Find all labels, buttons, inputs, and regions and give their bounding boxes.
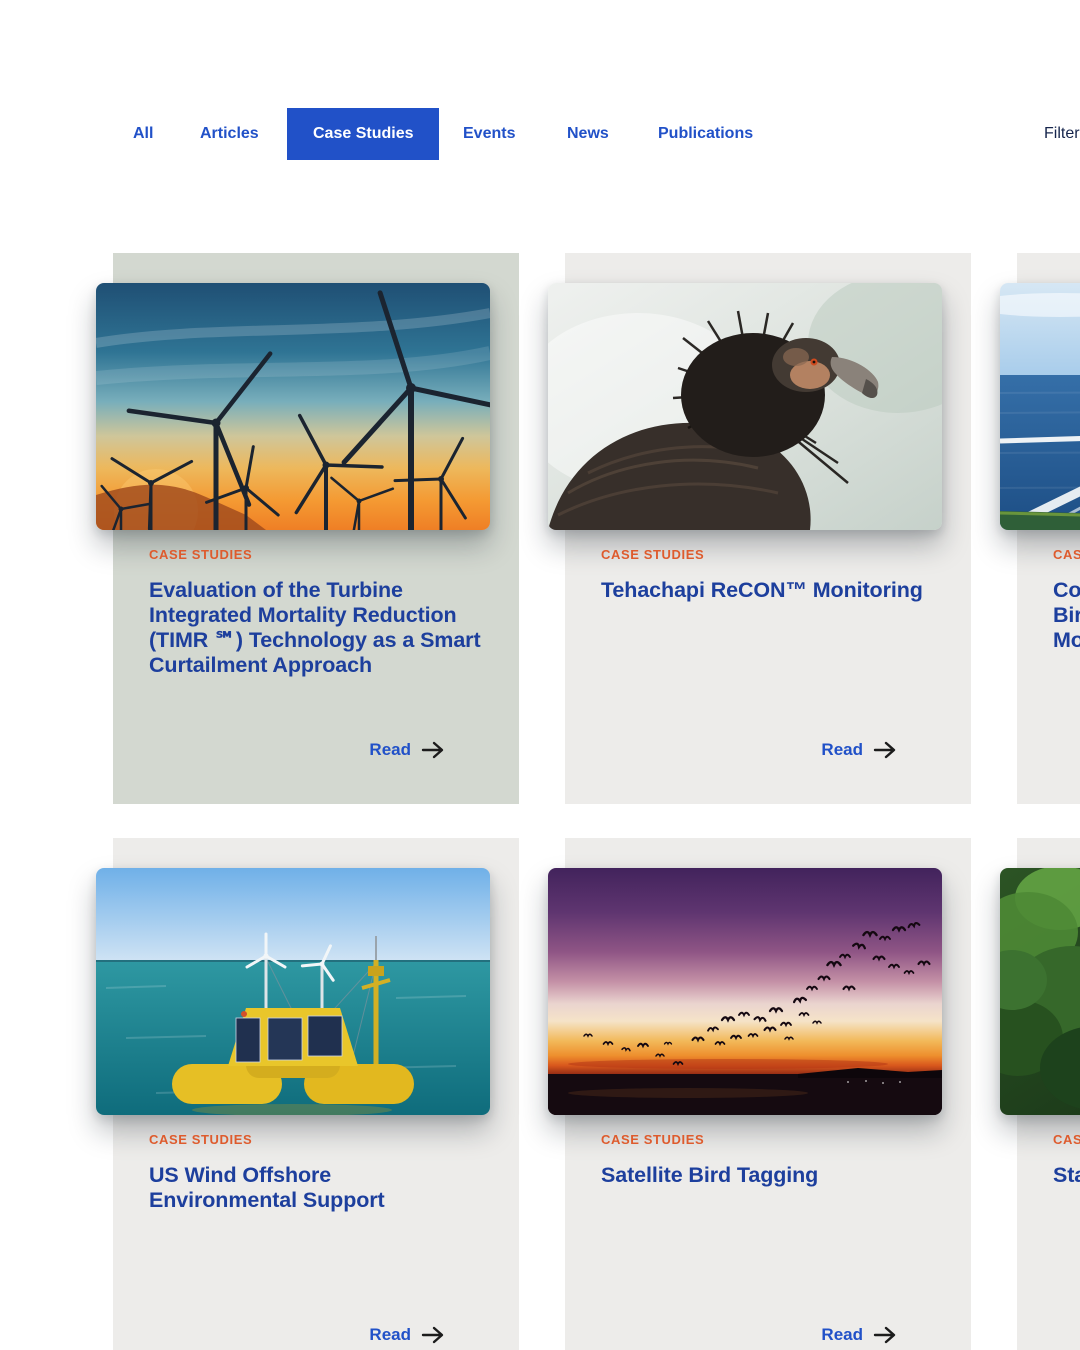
category-label: CASE STUDIES xyxy=(149,547,253,562)
category-label: CASE STUDIES xyxy=(601,1132,705,1147)
arrow-right-icon xyxy=(421,741,445,759)
card-image-california-condor xyxy=(548,283,942,530)
card-title: Co Bir Mo xyxy=(1053,578,1080,652)
card-title: Satellite Bird Tagging xyxy=(601,1163,819,1187)
card-image-wind-turbines-at-sunset xyxy=(96,283,490,530)
read-link[interactable]: Read xyxy=(369,740,445,760)
read-label: Read xyxy=(369,740,411,759)
read-link[interactable]: Read xyxy=(369,1325,445,1345)
card-title: US Wind Offshore Environmental Support xyxy=(149,1163,385,1212)
read-label: Read xyxy=(821,740,863,759)
category-label: CASE STUDIES xyxy=(601,547,705,562)
case-study-card[interactable]: CASE STUDIES Co Bir Mo Read xyxy=(1000,253,1080,804)
nav-item-events[interactable]: Events xyxy=(463,108,515,160)
nav-item-news[interactable]: News xyxy=(567,108,609,160)
nav-item-articles[interactable]: Articles xyxy=(200,108,259,160)
case-study-card[interactable]: CASE STUDIES US Wind Offshore Environmen… xyxy=(96,838,519,1350)
arrow-right-icon xyxy=(873,741,897,759)
read-link[interactable]: Read xyxy=(821,1325,897,1345)
nav-item-case-studies-active[interactable]: Case Studies xyxy=(287,108,440,160)
case-study-card[interactable]: CASE STUDIES Sta Read xyxy=(1000,838,1080,1350)
nav-item-publications[interactable]: Publications xyxy=(658,108,753,160)
page: All Articles Case Studies Events News Pu… xyxy=(0,0,1080,1350)
case-study-card[interactable]: CASE STUDIES Evaluation of the Turbine I… xyxy=(96,253,519,804)
card-image-green-vegetation xyxy=(1000,868,1080,1115)
read-link[interactable]: Read xyxy=(821,740,897,760)
case-study-card[interactable]: CASE STUDIES Tehachapi ReCON™ Monitoring… xyxy=(548,253,971,804)
arrow-right-icon xyxy=(873,1326,897,1344)
category-label: CASE STUDIES xyxy=(1053,1132,1080,1147)
category-label: CASE STUDIES xyxy=(1053,547,1080,562)
card-image-bird-flock-at-sunset xyxy=(548,868,942,1115)
nav-item-all[interactable]: All xyxy=(133,108,153,160)
category-label: CASE STUDIES xyxy=(149,1132,253,1147)
read-label: Read xyxy=(369,1325,411,1344)
card-title: Sta xyxy=(1053,1163,1080,1187)
card-image-offshore-ocean-view xyxy=(1000,283,1080,530)
card-title: Evaluation of the Turbine Integrated Mor… xyxy=(149,578,481,677)
card-image-yellow-research-buoy xyxy=(96,868,490,1115)
read-label: Read xyxy=(821,1325,863,1344)
case-study-card[interactable]: CASE STUDIES Satellite Bird Tagging Read xyxy=(548,838,971,1350)
filter-button[interactable]: Filter xyxy=(1044,108,1080,160)
arrow-right-icon xyxy=(421,1326,445,1344)
card-title: Tehachapi ReCON™ Monitoring xyxy=(601,578,923,602)
